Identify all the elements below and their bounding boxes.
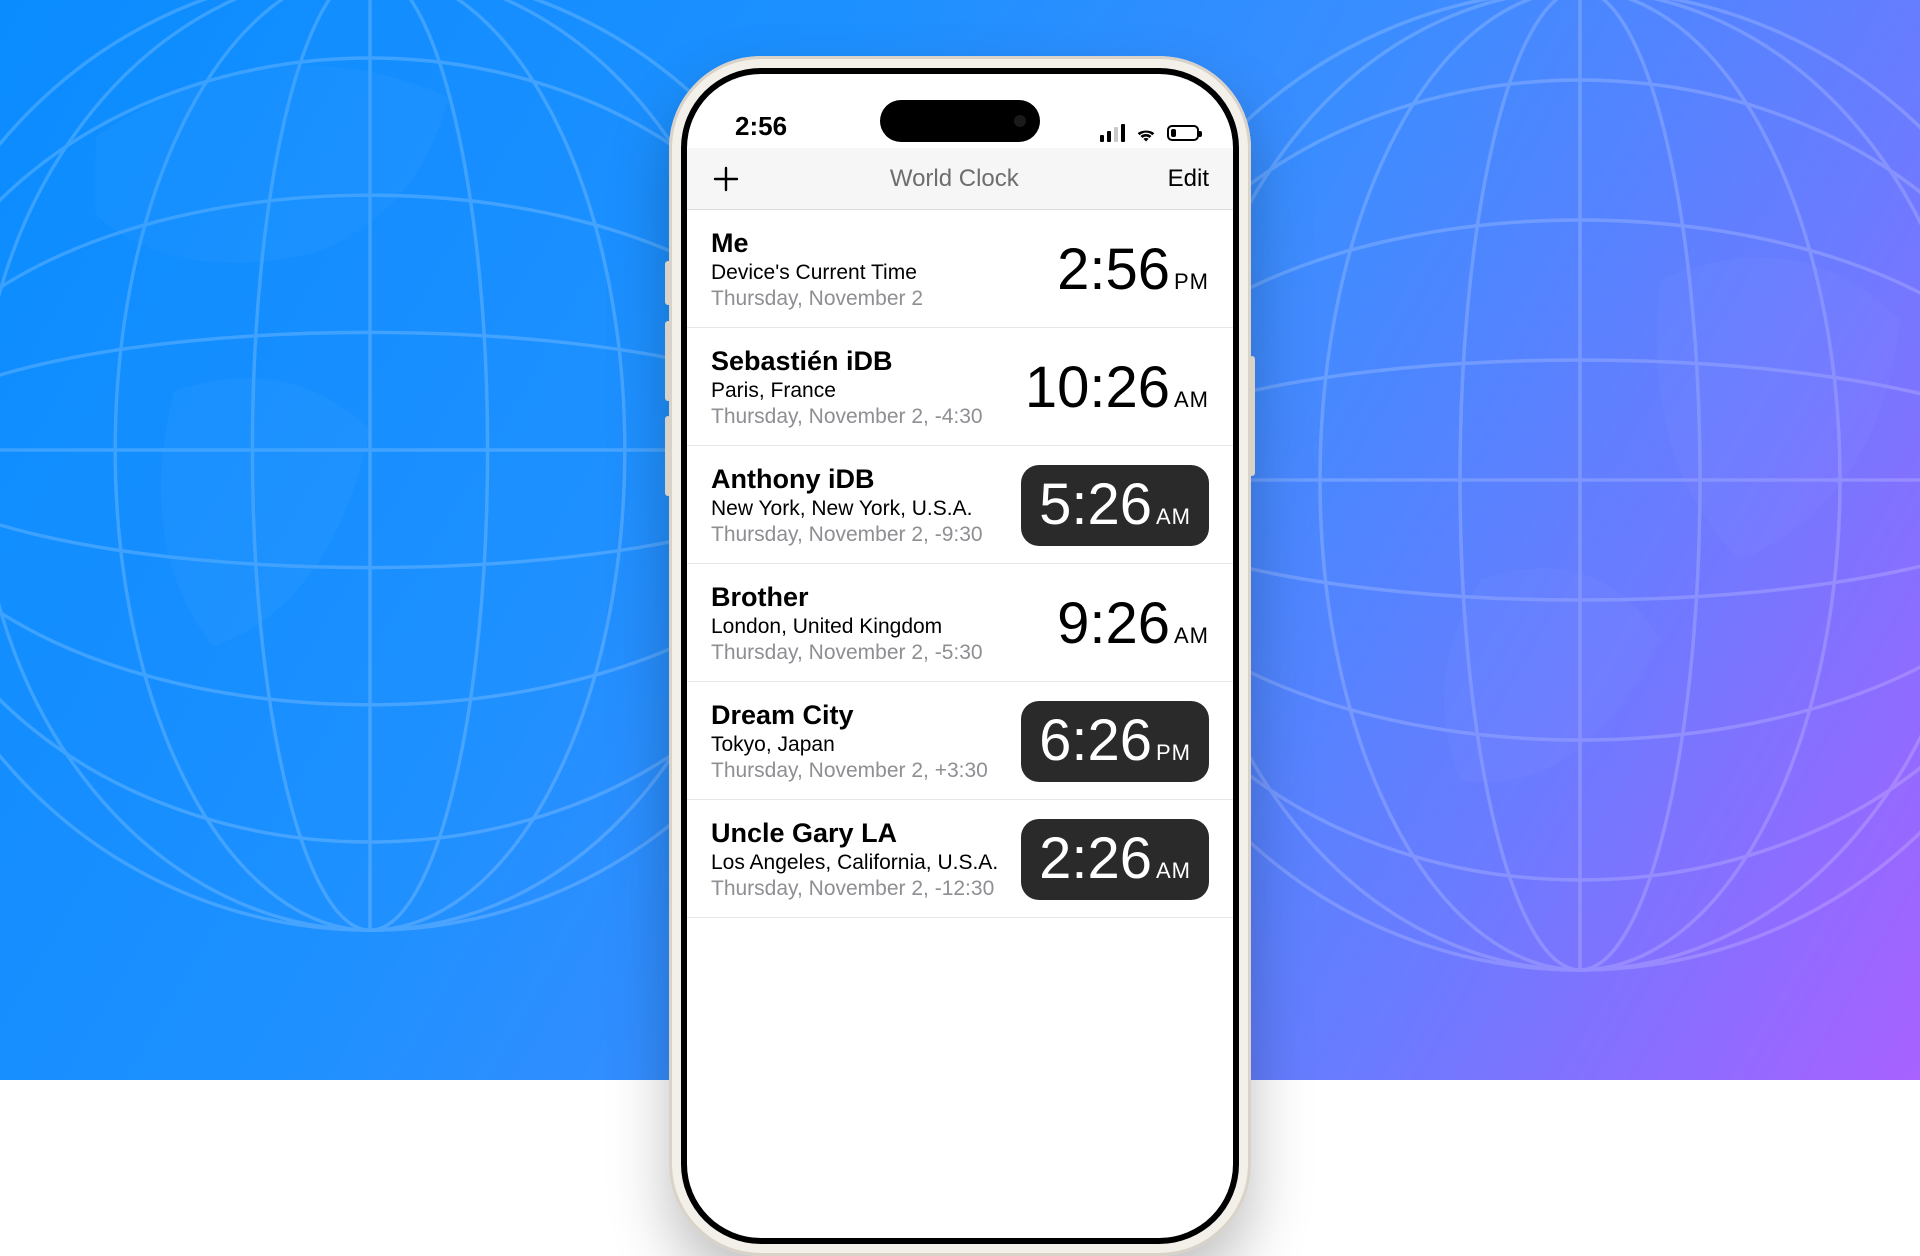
row-ampm: PM [1156,740,1191,766]
row-name: Anthony iDB [711,464,983,495]
row-time: 10:26 [1025,354,1170,421]
row-location: Los Angeles, California, U.S.A. [711,851,998,875]
row-name: Brother [711,582,983,613]
row-time: 6:26 [1039,707,1152,774]
time-display: 9:26AM [1057,590,1209,657]
iphone-frame: 2:56 World Clock Edit MeDevice's Curr [669,56,1251,1256]
row-ampm: AM [1156,858,1191,884]
time-display: 2:56PM [1057,236,1209,303]
world-clock-row[interactable]: Uncle Gary LALos Angeles, California, U.… [687,800,1233,918]
battery-icon [1167,125,1199,141]
world-clock-list[interactable]: MeDevice's Current TimeThursday, Novembe… [687,210,1233,918]
row-ampm: AM [1174,387,1209,413]
world-clock-row[interactable]: BrotherLondon, United KingdomThursday, N… [687,564,1233,682]
volume-up-button [665,321,671,401]
time-chip: 2:26AM [1021,819,1209,900]
cellular-icon [1100,124,1125,142]
row-detail: Thursday, November 2, -12:30 [711,877,998,901]
row-detail: Thursday, November 2 [711,287,923,311]
row-detail: Thursday, November 2, +3:30 [711,759,988,783]
row-name: Me [711,228,923,259]
row-ampm: PM [1174,269,1209,295]
screen: 2:56 World Clock Edit MeDevice's Curr [687,74,1233,1238]
power-button [1249,356,1255,476]
row-location: Device's Current Time [711,261,923,285]
status-time: 2:56 [735,111,787,142]
world-clock-row[interactable]: Sebastién iDBParis, FranceThursday, Nove… [687,328,1233,446]
time-display: 10:26AM [1025,354,1209,421]
row-name: Uncle Gary LA [711,818,998,849]
wifi-icon [1134,124,1158,142]
row-detail: Thursday, November 2, -9:30 [711,523,983,547]
row-ampm: AM [1156,504,1191,530]
row-location: Paris, France [711,379,983,403]
status-bar: 2:56 [687,74,1233,148]
world-clock-row[interactable]: Dream CityTokyo, JapanThursday, November… [687,682,1233,800]
row-location: New York, New York, U.S.A. [711,497,983,521]
row-time: 5:26 [1039,471,1152,538]
time-chip: 6:26PM [1021,701,1209,782]
row-ampm: AM [1174,623,1209,649]
mute-switch [665,261,671,305]
row-detail: Thursday, November 2, -5:30 [711,641,983,665]
edit-button[interactable]: Edit [1168,165,1209,193]
time-chip: 5:26AM [1021,465,1209,546]
volume-down-button [665,416,671,496]
world-clock-row[interactable]: Anthony iDBNew York, New York, U.S.A.Thu… [687,446,1233,564]
row-location: Tokyo, Japan [711,733,988,757]
nav-bar: World Clock Edit [687,148,1233,210]
row-name: Dream City [711,700,988,731]
add-button[interactable] [711,164,741,194]
row-time: 2:26 [1039,825,1152,892]
nav-title: World Clock [890,165,1019,193]
row-detail: Thursday, November 2, -4:30 [711,405,983,429]
row-name: Sebastién iDB [711,346,983,377]
row-time: 2:56 [1057,236,1170,303]
row-time: 9:26 [1057,590,1170,657]
world-clock-row[interactable]: MeDevice's Current TimeThursday, Novembe… [687,210,1233,328]
row-location: London, United Kingdom [711,615,983,639]
